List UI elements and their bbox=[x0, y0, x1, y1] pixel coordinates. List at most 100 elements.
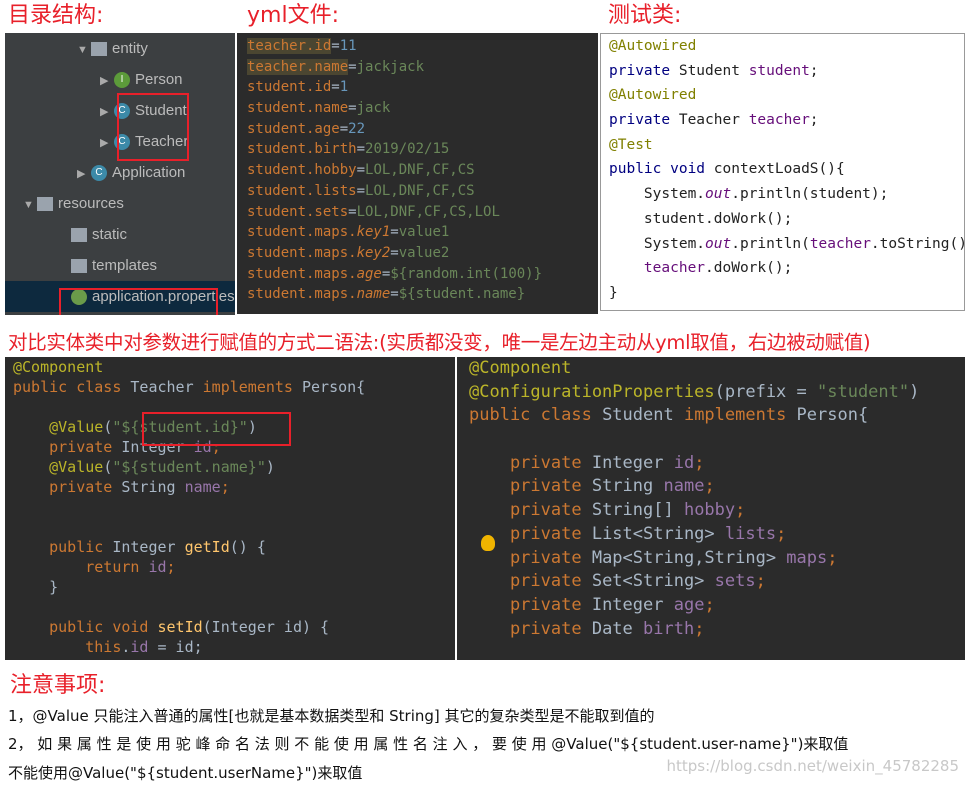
code-line[interactable]: } bbox=[5, 657, 455, 660]
code-line[interactable]: @ConfigurationProperties(prefix = "stude… bbox=[457, 381, 965, 405]
code-token: () { bbox=[229, 538, 266, 556]
code-line[interactable]: private String name; bbox=[5, 477, 455, 497]
code-line[interactable]: teacher.doWork(); bbox=[601, 256, 964, 281]
code-token: id bbox=[130, 638, 149, 656]
code-token: ${student.name} bbox=[398, 286, 526, 303]
code-line[interactable]: student.maps.key1=value1 bbox=[237, 222, 598, 243]
code-line[interactable]: private Integer id; bbox=[457, 452, 965, 476]
code-token: implements bbox=[202, 378, 302, 396]
tree-item-application[interactable]: ▶ C Application bbox=[5, 157, 235, 188]
tree-item-label: static bbox=[92, 226, 128, 243]
code-token: @Autowired bbox=[609, 38, 697, 54]
code-line[interactable]: @Component bbox=[5, 357, 455, 377]
code-token: student.sets bbox=[247, 203, 349, 220]
code-line[interactable] bbox=[5, 497, 455, 517]
tree-item-label: Application bbox=[112, 164, 186, 181]
code-line[interactable]: public Integer getId() { bbox=[5, 537, 455, 557]
code-line[interactable]: public class Teacher implements Person{ bbox=[5, 377, 455, 397]
code-line[interactable]: student.maps.key2=value2 bbox=[237, 243, 598, 264]
code-token: student.age bbox=[247, 120, 340, 137]
code-line[interactable] bbox=[457, 428, 965, 452]
code-token: ${random.int(100)} bbox=[390, 265, 543, 282]
expand-arrow-icon[interactable]: ▶ bbox=[100, 97, 114, 128]
code-line[interactable]: } bbox=[601, 281, 964, 306]
code-line[interactable]: private Student student; bbox=[601, 59, 964, 84]
code-token: System. bbox=[609, 235, 706, 252]
code-token: @Component bbox=[469, 358, 572, 378]
expand-arrow-icon[interactable]: ▶ bbox=[77, 159, 91, 190]
code-token: private bbox=[609, 62, 679, 79]
code-token: Integer bbox=[112, 538, 185, 556]
code-token: = bbox=[356, 182, 366, 199]
expand-arrow-icon[interactable]: ▼ bbox=[23, 190, 37, 221]
code-line[interactable]: @Test bbox=[601, 133, 964, 158]
code-line[interactable]: student.age=22 bbox=[237, 119, 598, 140]
tree-item-person[interactable]: ▶ I Person bbox=[5, 64, 235, 95]
code-line[interactable]: student.maps.name=${student.name} bbox=[237, 284, 598, 305]
tree-item-entity[interactable]: ▼ entity bbox=[5, 33, 235, 64]
code-line[interactable]: student.birth=2019/02/15 bbox=[237, 139, 598, 160]
tree-item-label: templates bbox=[92, 257, 158, 274]
code-line[interactable]: public class Student implements Person{ bbox=[457, 404, 965, 428]
heading-tree: 目录结构: bbox=[8, 3, 104, 28]
code-line[interactable]: student.maps.age=${random.int(100)} bbox=[237, 264, 598, 285]
code-token: ( bbox=[103, 458, 113, 476]
code-token: student bbox=[748, 62, 810, 79]
expand-arrow-icon[interactable]: ▶ bbox=[100, 66, 114, 97]
code-token: key2 bbox=[356, 244, 391, 261]
code-line[interactable]: @Component bbox=[457, 357, 965, 381]
expand-arrow-icon[interactable]: ▶ bbox=[100, 128, 114, 159]
code-line[interactable]: student.sets=LOL,DNF,CF,CS,LOL bbox=[237, 202, 598, 223]
highlight-box bbox=[117, 93, 189, 161]
code-line[interactable]: student.doWork(); bbox=[601, 207, 964, 232]
code-line[interactable]: teacher.id=11 bbox=[237, 36, 598, 57]
lightbulb-icon[interactable] bbox=[481, 535, 495, 551]
expand-arrow-icon[interactable]: ▼ bbox=[77, 35, 91, 66]
code-token: .println(student); bbox=[731, 186, 889, 203]
project-tree: ▼ entity ▶ I Person ▶ C Student ▶ C Teacher ▶ C Appli… bbox=[5, 33, 235, 315]
code-token: LOL,DNF,CF,CS bbox=[365, 182, 475, 199]
code-token: private bbox=[469, 476, 592, 497]
code-line[interactable]: @Value("${student.name}") bbox=[5, 457, 455, 477]
code-line[interactable]: System.out.println(teacher.toString()); bbox=[601, 232, 964, 257]
code-line[interactable]: private Map<String,String> maps; bbox=[457, 547, 965, 571]
code-token: public class bbox=[13, 378, 131, 396]
code-line[interactable]: System.out.println(student); bbox=[601, 182, 964, 207]
tree-item-templates[interactable]: templates bbox=[5, 250, 235, 281]
code-token: hobby bbox=[683, 500, 736, 521]
code-token: private bbox=[13, 438, 122, 456]
code-line[interactable]: this.id = id; bbox=[5, 637, 455, 657]
code-line[interactable]: teacher.name=jackjack bbox=[237, 57, 598, 78]
code-token: public void bbox=[13, 618, 158, 636]
code-line[interactable] bbox=[5, 517, 455, 537]
code-line[interactable]: private Teacher teacher; bbox=[601, 108, 964, 133]
code-line[interactable]: private Date birth; bbox=[457, 618, 965, 642]
code-token: Integer bbox=[591, 452, 674, 473]
code-token: id bbox=[673, 452, 695, 473]
code-token: (Integer id) { bbox=[202, 618, 330, 636]
code-line[interactable]: private String[] hobby; bbox=[457, 499, 965, 523]
code-token: String[] bbox=[591, 500, 684, 521]
code-line[interactable]: @Autowired bbox=[601, 34, 964, 59]
code-token: Person{ bbox=[302, 378, 366, 396]
code-line[interactable]: @Autowired bbox=[601, 83, 964, 108]
code-line[interactable]: return id; bbox=[5, 557, 455, 577]
code-line[interactable]: } bbox=[5, 577, 455, 597]
code-token: ; bbox=[809, 112, 819, 129]
code-line[interactable]: private Set<String> sets; bbox=[457, 570, 965, 594]
code-line[interactable]: public void contextLoadS(){ bbox=[601, 157, 964, 182]
code-line[interactable]: student.hobby=LOL,DNF,CF,CS bbox=[237, 160, 598, 181]
code-token: contextLoadS bbox=[713, 161, 819, 178]
tree-item-resources[interactable]: ▼ resources bbox=[5, 188, 235, 219]
code-line[interactable]: private String name; bbox=[457, 475, 965, 499]
code-token: ; bbox=[704, 594, 715, 615]
code-line[interactable]: student.lists=LOL,DNF,CF,CS bbox=[237, 181, 598, 202]
code-line[interactable]: student.id=1 bbox=[237, 77, 598, 98]
tree-item-static[interactable]: static bbox=[5, 219, 235, 250]
code-line[interactable] bbox=[5, 597, 455, 617]
code-line[interactable]: private Integer age; bbox=[457, 594, 965, 618]
code-line[interactable]: private List<String> lists; bbox=[457, 523, 965, 547]
code-token: ; bbox=[704, 476, 715, 497]
code-line[interactable]: student.name=jack bbox=[237, 98, 598, 119]
code-line[interactable]: public void setId(Integer id) { bbox=[5, 617, 455, 637]
